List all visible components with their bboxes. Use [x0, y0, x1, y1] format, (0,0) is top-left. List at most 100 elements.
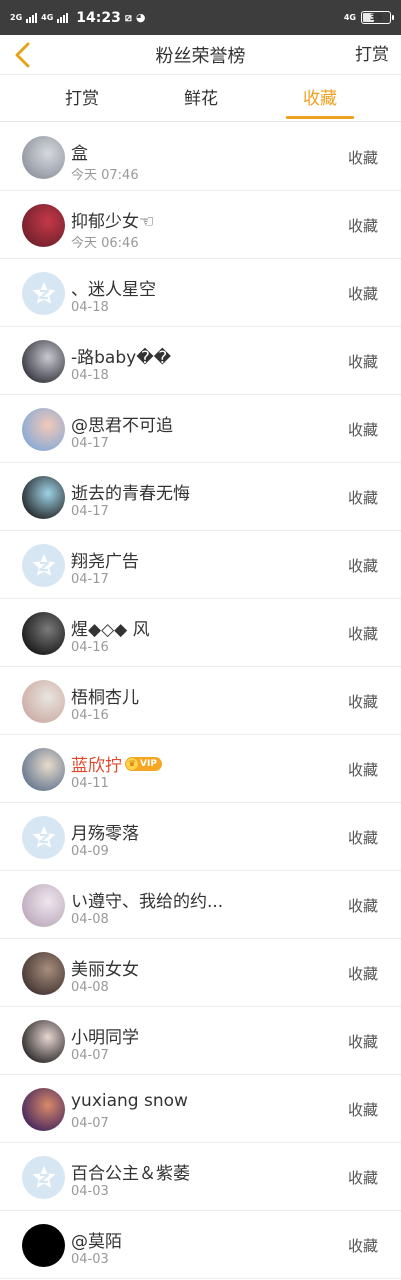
- favorite-date: 04-16: [71, 640, 109, 655]
- fan-name-text: 百合公主＆紫萎: [71, 1164, 190, 1184]
- fan-name: 煋◆◇◆ 风: [71, 615, 150, 640]
- crown-icon: ♛: [126, 757, 138, 770]
- avatar[interactable]: [22, 612, 65, 655]
- fan-name: yuxiang snow: [71, 1091, 188, 1111]
- avatar[interactable]: [22, 748, 65, 791]
- list-item[interactable]: 小明同学 04-07 收藏: [0, 1007, 401, 1075]
- vip-label: VIP: [140, 758, 157, 769]
- action-label: 收藏: [347, 829, 378, 847]
- favorite-date: 04-09: [71, 844, 109, 859]
- avatar[interactable]: [22, 1156, 65, 1199]
- clock: 14:23: [76, 9, 121, 26]
- list-item[interactable]: 月殇零落 04-09 收藏: [0, 803, 401, 871]
- avatar[interactable]: [22, 884, 65, 927]
- tab-favorites[interactable]: 收藏: [280, 76, 360, 122]
- avatar[interactable]: [22, 952, 65, 995]
- fan-name: -路baby��: [71, 343, 171, 368]
- fan-name-text: 逝去的青春无悔: [71, 484, 190, 504]
- list-item[interactable]: yuxiang snow 04-07 收藏: [0, 1075, 401, 1143]
- signal-icon-2: [57, 12, 69, 23]
- battery-icon: 39: [361, 11, 394, 24]
- signal-icon-1: [26, 12, 38, 23]
- fan-name-text: @莫陌: [71, 1232, 122, 1252]
- list-item[interactable]: 蓝欣拧 ♛ VIP 04-11 收藏: [0, 735, 401, 803]
- action-label: 收藏: [347, 1237, 378, 1255]
- action-label: 收藏: [347, 1101, 378, 1119]
- network-type-1: 2G: [10, 12, 23, 22]
- action-label: 收藏: [347, 489, 378, 507]
- fan-name-text: 梧桐杏儿: [71, 688, 139, 708]
- avatar[interactable]: [22, 1020, 65, 1063]
- list-item[interactable]: 梧桐杏儿 04-16 收藏: [0, 667, 401, 735]
- tab-bar: 打赏 鲜花 收藏: [0, 76, 401, 122]
- avatar[interactable]: [22, 476, 65, 519]
- fan-name-text: 盒: [71, 144, 88, 164]
- favorite-date: 04-11: [71, 776, 109, 791]
- fan-name-text: 蓝欣拧: [71, 756, 122, 776]
- list-item[interactable]: い遵守、我给的约... 04-08 收藏: [0, 871, 401, 939]
- list-item[interactable]: @思君不可追 04-17 收藏: [0, 395, 401, 463]
- page-title: 粉丝荣誉榜: [155, 45, 246, 67]
- action-label: 收藏: [347, 1169, 378, 1187]
- action-label: 收藏: [347, 421, 378, 439]
- avatar[interactable]: [22, 272, 65, 315]
- wechat-icon: ◕: [135, 11, 146, 24]
- favorite-date: 04-07: [71, 1116, 109, 1131]
- fan-name: 美丽女女: [71, 955, 139, 980]
- action-label: 收藏: [347, 965, 378, 983]
- list-item[interactable]: 百合公主＆紫萎 04-03 收藏: [0, 1143, 401, 1211]
- action-label: 收藏: [347, 557, 378, 575]
- list-item[interactable]: @莫陌 04-03 收藏: [0, 1211, 401, 1279]
- action-label: 收藏: [347, 897, 378, 915]
- avatar[interactable]: [22, 1088, 65, 1131]
- avatar[interactable]: [22, 680, 65, 723]
- avatar[interactable]: [22, 340, 65, 383]
- avatar[interactable]: [22, 408, 65, 451]
- fan-name: 逝去的青春无悔: [71, 479, 190, 504]
- fan-name: 盒: [71, 139, 88, 164]
- fan-name: い遵守、我给的约...: [71, 887, 223, 912]
- favorite-date: 04-17: [71, 436, 109, 451]
- tab-flowers[interactable]: 鲜花: [161, 76, 241, 122]
- list-item[interactable]: 盒今天 07:46 收藏: [0, 123, 401, 191]
- list-item[interactable]: 抑郁少女☜ 今天 06:46 收藏: [0, 191, 401, 259]
- favorite-date: 04-03: [71, 1252, 109, 1267]
- fan-name-text: 煋◆◇◆ 风: [71, 620, 150, 640]
- tab-reward[interactable]: 打赏: [42, 76, 122, 122]
- favorite-date: 04-18: [71, 300, 109, 315]
- action-label: 收藏: [347, 761, 378, 779]
- avatar[interactable]: [22, 816, 65, 859]
- list-item[interactable]: 煋◆◇◆ 风 04-16 收藏: [0, 599, 401, 667]
- notification-icon: ⧄: [124, 10, 132, 24]
- reward-button[interactable]: 打赏: [355, 35, 389, 75]
- list-item[interactable]: -路baby�� 04-18 收藏: [0, 327, 401, 395]
- list-item[interactable]: 、迷人星空 04-18 收藏: [0, 259, 401, 327]
- avatar[interactable]: [22, 544, 65, 587]
- fan-name-text: yuxiang snow: [71, 1091, 188, 1111]
- favorite-date: 04-08: [71, 912, 109, 927]
- avatar[interactable]: [22, 1224, 65, 1267]
- list-item[interactable]: 逝去的青春无悔 04-17 收藏: [0, 463, 401, 531]
- favorite-date: 04-08: [71, 980, 109, 995]
- status-bar: 2G 4G 14:23 ⧄ ◕ 4G 39: [0, 0, 401, 35]
- list-item[interactable]: 翔尧广告 04-17 收藏: [0, 531, 401, 599]
- fan-name: 小明同学: [71, 1023, 139, 1048]
- fan-name-text: い遵守、我给的约...: [71, 892, 224, 912]
- favorite-date: 04-18: [71, 368, 109, 383]
- fan-name: 抑郁少女☜: [71, 207, 154, 232]
- fan-name-text: -路baby��: [71, 348, 172, 368]
- default-avatar-icon: [32, 281, 55, 304]
- fan-name-text: 抑郁少女☜: [71, 212, 155, 232]
- default-avatar-icon: [32, 553, 55, 576]
- avatar[interactable]: [22, 136, 65, 179]
- network-type-right: 4G: [343, 12, 356, 22]
- action-label: 收藏: [347, 285, 378, 303]
- fan-name-text: 小明同学: [71, 1028, 139, 1048]
- list-item[interactable]: 美丽女女 04-08 收藏: [0, 939, 401, 1007]
- avatar[interactable]: [22, 204, 65, 247]
- chevron-left-icon: [15, 42, 30, 68]
- fan-name: 蓝欣拧 ♛ VIP: [71, 751, 162, 776]
- action-label: 收藏: [347, 217, 378, 235]
- favorite-date: 04-07: [71, 1048, 109, 1063]
- back-button[interactable]: [8, 39, 38, 71]
